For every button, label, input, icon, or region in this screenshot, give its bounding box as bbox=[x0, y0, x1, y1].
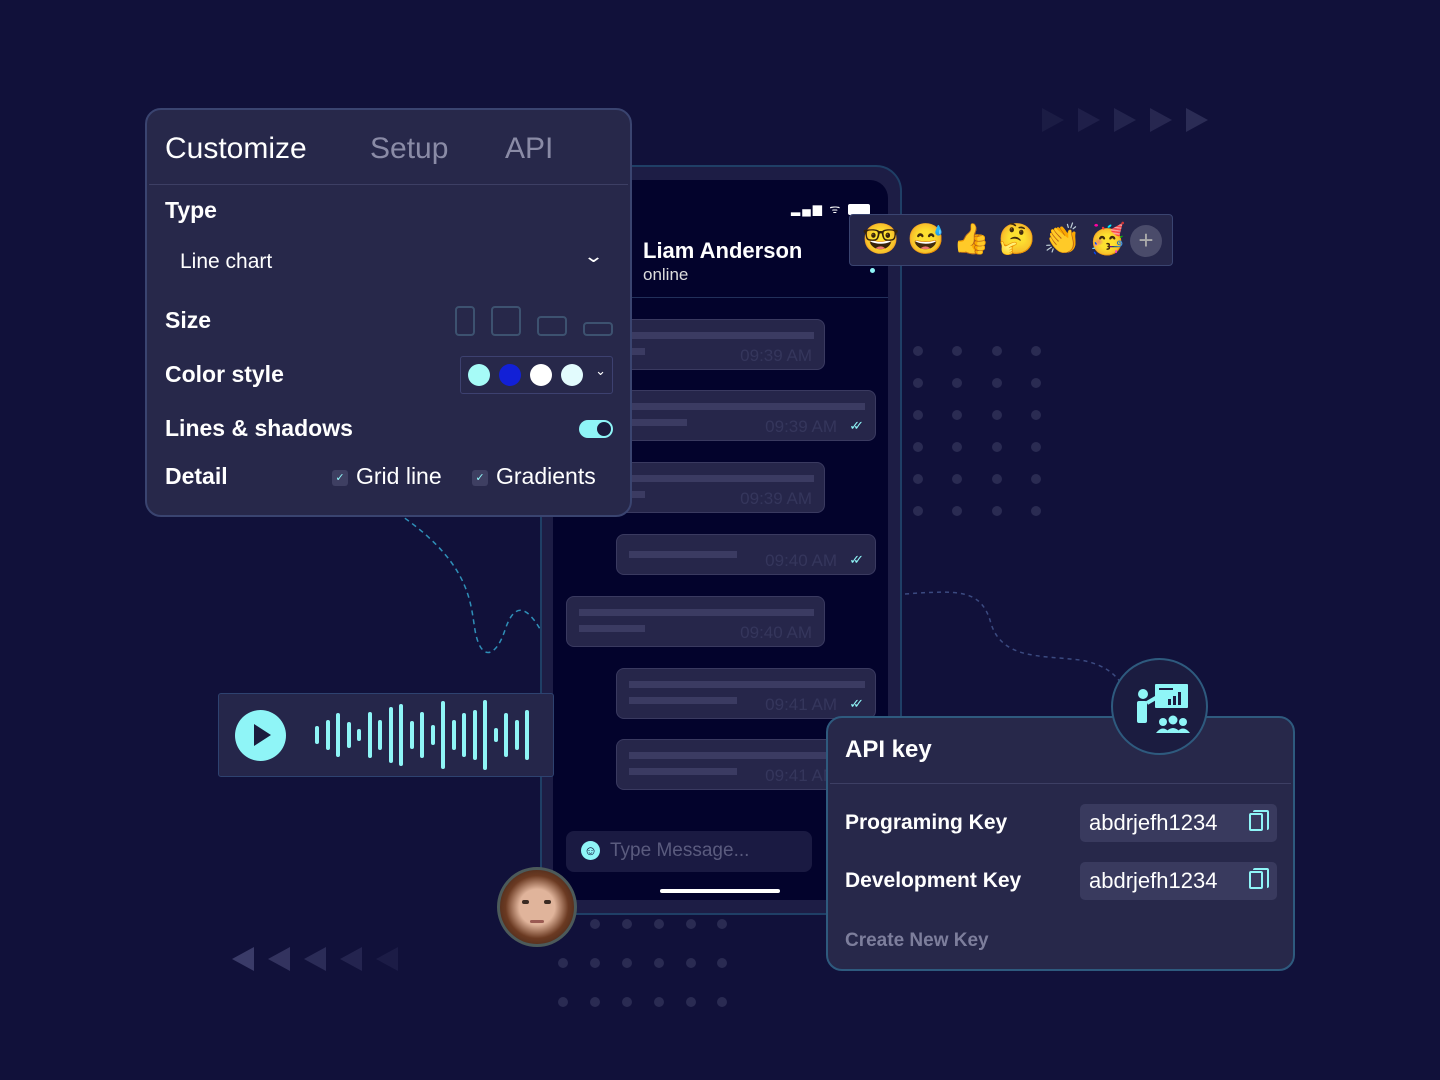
lines-shadows-label: Lines & shadows bbox=[165, 415, 353, 441]
waveform-bar bbox=[525, 710, 529, 760]
programing-key-value: abdrjefh1234 bbox=[1089, 810, 1218, 835]
check-icon: ✓ bbox=[472, 469, 488, 486]
message-bubble: 09:40 AM bbox=[566, 596, 825, 647]
contact-status: online bbox=[643, 265, 689, 284]
waveform-bar bbox=[514, 720, 519, 750]
read-check-icon: ✓✓ bbox=[849, 552, 864, 567]
chevron-down-icon: ⌄ bbox=[582, 246, 605, 266]
waveform-bar bbox=[493, 728, 498, 742]
waveform-bar bbox=[378, 720, 382, 750]
online-dot bbox=[870, 268, 875, 273]
size-option-extra-wide[interactable] bbox=[583, 322, 613, 336]
message-bubble: 09:40 AM ✓✓ bbox=[616, 534, 876, 575]
lines-shadows-toggle[interactable] bbox=[579, 420, 613, 438]
reaction-emoji[interactable]: 👍 bbox=[953, 223, 990, 256]
waveform-bar bbox=[472, 710, 477, 760]
tabs-divider bbox=[149, 184, 628, 185]
copy-icon[interactable] bbox=[1249, 868, 1269, 889]
size-option-wide[interactable] bbox=[537, 316, 567, 336]
message-time: 09:40 AM bbox=[765, 551, 837, 570]
message-time: 09:39 AM bbox=[765, 417, 837, 436]
waveform-bar bbox=[451, 720, 456, 750]
detail-label: Detail bbox=[165, 463, 228, 489]
add-reaction-button[interactable]: + bbox=[1130, 225, 1162, 257]
waveform-bar bbox=[346, 722, 351, 748]
message-time: 09:41 AM bbox=[765, 695, 837, 714]
customize-panel: Customize Setup API Type Line chart ⌄ Si… bbox=[145, 108, 632, 517]
waveform-bar bbox=[430, 725, 435, 745]
waveform-bar bbox=[357, 729, 361, 741]
waveform-bar bbox=[420, 712, 424, 758]
api-key-title: API key bbox=[845, 736, 932, 763]
chevron-down-icon: ⌄ bbox=[595, 363, 606, 378]
contact-name: Liam Anderson bbox=[643, 238, 803, 263]
message-placeholder: Type Message... bbox=[610, 840, 750, 861]
wifi-icon: ᯤ bbox=[829, 202, 843, 216]
play-button[interactable] bbox=[235, 710, 286, 761]
color-style-label: Color style bbox=[165, 361, 284, 387]
type-select[interactable]: Line chart ⌄ bbox=[165, 242, 611, 282]
type-value: Line chart bbox=[180, 250, 273, 273]
api-divider bbox=[830, 783, 1291, 784]
waveform-bar bbox=[441, 701, 445, 769]
grid-line-checkbox[interactable]: ✓ Grid line bbox=[332, 463, 442, 490]
waveform-bar bbox=[504, 713, 508, 757]
waveform-bar bbox=[315, 726, 319, 744]
reaction-emoji[interactable]: 🤓 bbox=[862, 223, 899, 256]
reaction-emoji[interactable]: 🤔 bbox=[998, 223, 1035, 256]
reaction-bar: 🤓 😅 👍 🤔 👏 🥳 + bbox=[849, 214, 1173, 266]
tab-setup[interactable]: Setup bbox=[370, 132, 448, 166]
development-key-value: abdrjefh1234 bbox=[1089, 868, 1218, 893]
size-label: Size bbox=[165, 307, 212, 333]
programing-key-field[interactable]: abdrjefh1234 bbox=[1080, 804, 1277, 842]
waveform-bar bbox=[462, 713, 466, 757]
color-swatch[interactable] bbox=[499, 364, 521, 386]
grid-line-label: Grid line bbox=[356, 463, 442, 489]
copy-icon[interactable] bbox=[1249, 810, 1269, 831]
waveform-bar bbox=[336, 713, 340, 757]
size-option-square[interactable] bbox=[491, 306, 521, 336]
read-check-icon: ✓✓ bbox=[849, 418, 864, 433]
message-input[interactable]: ☺ Type Message... bbox=[566, 831, 812, 872]
waveform-bar bbox=[325, 720, 330, 750]
tab-customize[interactable]: Customize bbox=[165, 132, 307, 166]
size-option-tall[interactable] bbox=[455, 306, 475, 336]
message-time: 09:40 AM bbox=[740, 623, 812, 642]
development-key-label: Development Key bbox=[845, 869, 1022, 892]
play-icon bbox=[254, 724, 271, 746]
waveform-bar bbox=[399, 704, 403, 766]
color-style-select[interactable]: ⌄ bbox=[460, 356, 613, 394]
reaction-emoji[interactable]: 😅 bbox=[907, 223, 944, 256]
waveform-bar bbox=[409, 721, 414, 749]
waveform-bar bbox=[367, 712, 372, 758]
reaction-emoji[interactable]: 👏 bbox=[1043, 223, 1080, 256]
api-key-panel: API key Programing Key abdrjefh1234 Deve… bbox=[826, 716, 1295, 971]
home-indicator bbox=[660, 889, 780, 893]
message-bubble: 09:41 AM ✓✓ bbox=[616, 668, 876, 719]
color-swatch[interactable] bbox=[561, 364, 583, 386]
waveform-bar bbox=[483, 700, 487, 770]
type-label: Type bbox=[165, 197, 217, 223]
presentation-icon bbox=[1137, 684, 1190, 733]
reaction-emoji[interactable]: 🥳 bbox=[1089, 223, 1126, 256]
color-swatch[interactable] bbox=[468, 364, 490, 386]
create-new-key-button[interactable]: Create New Key bbox=[845, 930, 989, 952]
presentation-badge bbox=[1111, 658, 1208, 755]
programing-key-label: Programing Key bbox=[845, 811, 1008, 834]
development-key-field[interactable]: abdrjefh1234 bbox=[1080, 862, 1277, 900]
read-check-icon: ✓✓ bbox=[849, 696, 864, 711]
signal-icon: ▂▄▆ bbox=[791, 202, 824, 216]
audio-player bbox=[218, 693, 554, 777]
gradients-label: Gradients bbox=[496, 463, 596, 489]
message-time: 09:39 AM bbox=[740, 489, 812, 508]
gradients-checkbox[interactable]: ✓ Gradients bbox=[472, 463, 596, 490]
tab-api[interactable]: API bbox=[505, 132, 553, 166]
color-swatch[interactable] bbox=[530, 364, 552, 386]
emoji-icon[interactable]: ☺ bbox=[581, 841, 600, 860]
waveform-bar bbox=[388, 707, 393, 763]
check-icon: ✓ bbox=[332, 469, 348, 486]
avatar bbox=[497, 867, 577, 947]
message-time: 09:39 AM bbox=[740, 346, 812, 365]
